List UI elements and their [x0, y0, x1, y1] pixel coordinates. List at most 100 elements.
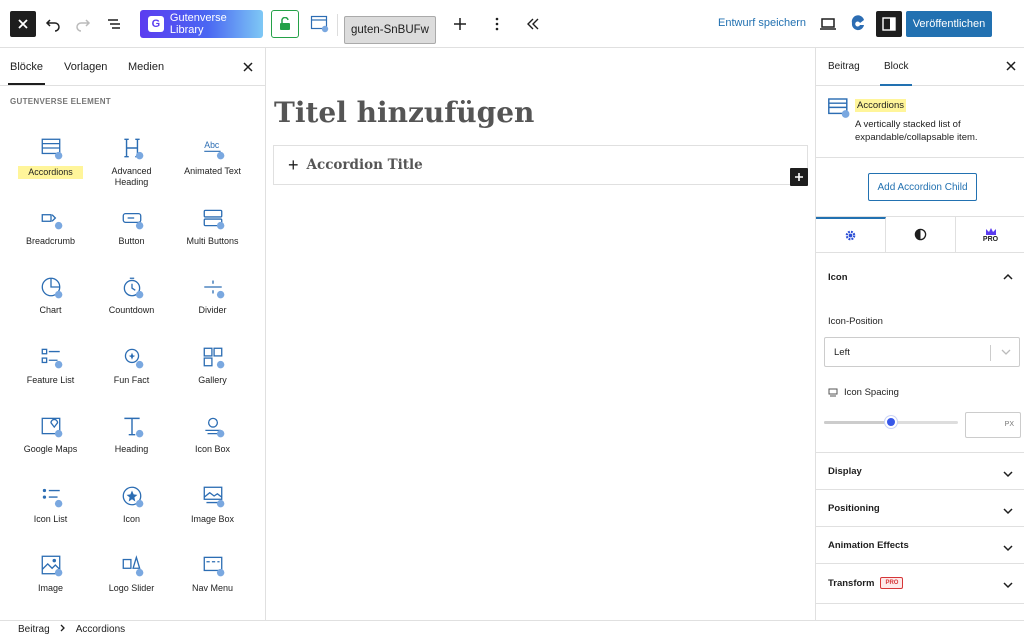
block-item[interactable]: Google Maps	[10, 412, 91, 482]
button-icon	[120, 206, 144, 230]
add-block-inline-button[interactable]	[790, 168, 808, 186]
block-item[interactable]: Button	[91, 204, 172, 274]
pro-tab-label: PRO	[982, 235, 999, 243]
preview-button[interactable]	[815, 11, 841, 37]
image-icon	[39, 553, 63, 577]
add-block-button[interactable]	[447, 11, 473, 37]
tab-blocks[interactable]: Blöcke	[7, 61, 46, 85]
chevron-right-icon	[60, 624, 66, 635]
chevron-up-icon[interactable]	[1003, 269, 1013, 287]
block-item-label: Logo Slider	[108, 583, 155, 593]
block-item[interactable]: Abc Animated Text	[172, 134, 253, 204]
document-title-button[interactable]: guten-SnBUFw	[344, 16, 436, 44]
block-item[interactable]: Gallery	[172, 343, 253, 413]
block-item[interactable]: Icon	[91, 482, 172, 552]
unlock-icon	[280, 17, 290, 30]
tab-post[interactable]: Beitrag	[828, 61, 860, 72]
document-overview-button[interactable]	[101, 11, 127, 37]
block-card: Accordions A vertically stacked list of …	[816, 86, 1024, 158]
plus-icon: +	[288, 155, 299, 175]
block-item-label: Heading	[114, 444, 149, 454]
block-item-label: Animated Text	[184, 166, 241, 176]
block-item-label: Accordions	[18, 166, 83, 179]
close-icon	[18, 19, 28, 29]
unit-label[interactable]: PX	[1005, 421, 1014, 428]
gutenverse-library-button[interactable]: G Gutenverse Library	[140, 10, 263, 38]
panel-animation-effects[interactable]: Animation Effects	[816, 527, 1024, 564]
accordions-icon	[39, 136, 63, 160]
tab-style[interactable]	[886, 217, 956, 252]
panel-transform[interactable]: Transform PRO	[816, 564, 1024, 604]
tab-settings[interactable]	[816, 217, 886, 252]
undo-button[interactable]	[40, 11, 66, 37]
crown-icon	[985, 227, 996, 235]
panel-tabs: PRO	[816, 217, 1024, 253]
block-item[interactable]: Fun Fact	[91, 343, 172, 413]
google-maps-icon	[39, 414, 63, 438]
tab-block[interactable]: Block	[879, 61, 913, 86]
editor-canvas[interactable]: Titel hinzufügen + Accordion Title	[266, 48, 815, 620]
publish-button[interactable]: Veröffentlichen	[906, 11, 992, 37]
block-item[interactable]: Icon Box	[172, 412, 253, 482]
block-item[interactable]: Multi Buttons	[172, 204, 253, 274]
icon-position-select[interactable]: Left	[824, 337, 1020, 367]
block-pattern-button[interactable]	[308, 12, 332, 36]
block-item[interactable]: Feature List	[10, 343, 91, 413]
post-title-input[interactable]: Titel hinzufügen	[274, 96, 534, 129]
slider-thumb[interactable]	[885, 416, 897, 428]
accordion-block[interactable]: + Accordion Title	[273, 145, 808, 185]
tab-pro[interactable]: PRO	[956, 217, 1024, 252]
tab-patterns[interactable]: Vorlagen	[64, 61, 107, 73]
block-item[interactable]: Image	[10, 551, 91, 620]
block-item[interactable]: Chart	[10, 273, 91, 343]
icon-spacing-slider[interactable]	[824, 416, 958, 428]
block-item[interactable]: Accordions	[10, 134, 91, 204]
collapse-toolbar-button[interactable]	[520, 11, 546, 37]
block-item[interactable]: Heading	[91, 412, 172, 482]
block-item[interactable]: Breadcrumb	[10, 204, 91, 274]
desktop-icon[interactable]	[828, 388, 838, 397]
icon-position-value: Left	[834, 346, 850, 358]
block-item[interactable]: Icon List	[10, 482, 91, 552]
feature-list-icon	[39, 345, 63, 369]
save-draft-button[interactable]: Entwurf speichern	[718, 17, 806, 29]
gutenverse-logo-icon: G	[148, 16, 164, 32]
accordions-icon	[827, 96, 850, 118]
block-item[interactable]: Countdown	[91, 273, 172, 343]
block-item[interactable]: Divider	[172, 273, 253, 343]
add-accordion-child-button[interactable]: Add Accordion Child	[868, 173, 977, 201]
icon-spacing-label: Icon Spacing	[844, 387, 899, 398]
block-item-label: Fun Fact	[113, 374, 150, 385]
block-item[interactable]: Logo Slider	[91, 551, 172, 620]
panel-display[interactable]: Display	[816, 453, 1024, 490]
close-icon	[243, 62, 253, 72]
accordion-title[interactable]: Accordion Title	[307, 157, 423, 173]
close-editor-button[interactable]	[10, 11, 36, 37]
panel-positioning[interactable]: Positioning	[816, 490, 1024, 527]
top-toolbar: G Gutenverse Library guten-SnBUFw Entwur…	[0, 0, 1024, 48]
contrast-icon	[914, 228, 927, 241]
icon-icon	[120, 484, 144, 508]
breadcrumb-item-block[interactable]: Accordions	[76, 624, 125, 635]
gutenverse-button[interactable]	[849, 14, 867, 32]
unlock-button[interactable]	[271, 10, 299, 38]
icon-panel-title[interactable]: Icon	[828, 272, 848, 283]
icon-spacing-input[interactable]: PX	[965, 412, 1021, 438]
breadcrumb-icon	[39, 206, 63, 230]
redo-button[interactable]	[70, 11, 96, 37]
chevron-down-icon	[1003, 540, 1013, 558]
icon-position-label: Icon-Position	[828, 316, 883, 327]
svg-text:Abc: Abc	[204, 140, 220, 150]
multi-buttons-icon	[201, 206, 225, 230]
breadcrumb-item-post[interactable]: Beitrag	[18, 624, 50, 635]
block-item-label: Icon List	[33, 513, 68, 524]
close-inserter-button[interactable]	[243, 59, 253, 75]
chevron-double-left-icon	[527, 18, 539, 30]
block-item[interactable]: Advanced Heading	[91, 134, 172, 204]
settings-toggle-button[interactable]	[876, 11, 902, 37]
tab-media[interactable]: Medien	[128, 61, 164, 73]
options-button[interactable]	[484, 11, 510, 37]
close-sidebar-button[interactable]	[1006, 59, 1016, 74]
block-item[interactable]: Nav Menu	[172, 551, 253, 620]
block-item[interactable]: Image Box	[172, 482, 253, 552]
